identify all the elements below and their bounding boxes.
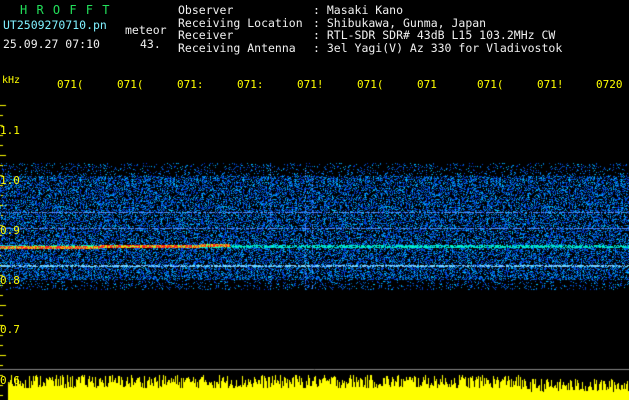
field-row-observer: Observer : Masaki Kano (178, 3, 562, 17)
time-tick: 071: (177, 78, 204, 91)
freq-tick: 0.8 (0, 274, 20, 287)
datetime-label: 25.09.27 07:10 (3, 37, 100, 51)
header-left: H R O F F T UT2509270710.pn meteor 25.09… (0, 0, 175, 60)
field-value: : 3el Yagi(V) Az 330 for Vladivostok (313, 40, 563, 55)
field-label: Receiving Antenna (178, 40, 296, 55)
time-tick: 071( (357, 78, 384, 91)
mode-label: meteor (125, 23, 167, 37)
freq-tick: 0.6 (0, 374, 20, 387)
filename-label: UT2509270710.pn (3, 18, 107, 32)
freq-tick: 1.1 (0, 124, 20, 137)
time-tick: 071! (297, 78, 324, 91)
field-row-receiver: Receiver : RTL-SDR SDR# 43dB L15 103.2MH… (178, 28, 562, 42)
time-tick: 071! (537, 78, 564, 91)
time-tick: 071 (417, 78, 437, 91)
time-tick: 071( (477, 78, 504, 91)
freq-tick: 0.7 (0, 323, 20, 336)
header-fields: Observer : Masaki Kano Receiving Locatio… (178, 3, 563, 55)
field-row-location: Receiving Location : Shibukawa, Gunma, J… (178, 16, 562, 30)
brand-title: H R O F F T (20, 3, 111, 17)
time-tick: 071( (117, 78, 144, 91)
time-axis: 071( 071( 071: 071: 071! 071( 071 071( 0… (0, 78, 629, 94)
freq-tick: 0.9 (0, 224, 20, 237)
field-row-antenna: Receiving Antenna : 3el Yagi(V) Az 330 f… (178, 40, 563, 55)
freq-tick: 1.0 (0, 174, 20, 187)
count-label: 43. (140, 37, 161, 51)
spectrogram-plot[interactable] (0, 95, 629, 400)
time-tick: 071( (57, 78, 84, 91)
time-tick: 071: (237, 78, 264, 91)
time-tick: 0720 (596, 78, 623, 91)
